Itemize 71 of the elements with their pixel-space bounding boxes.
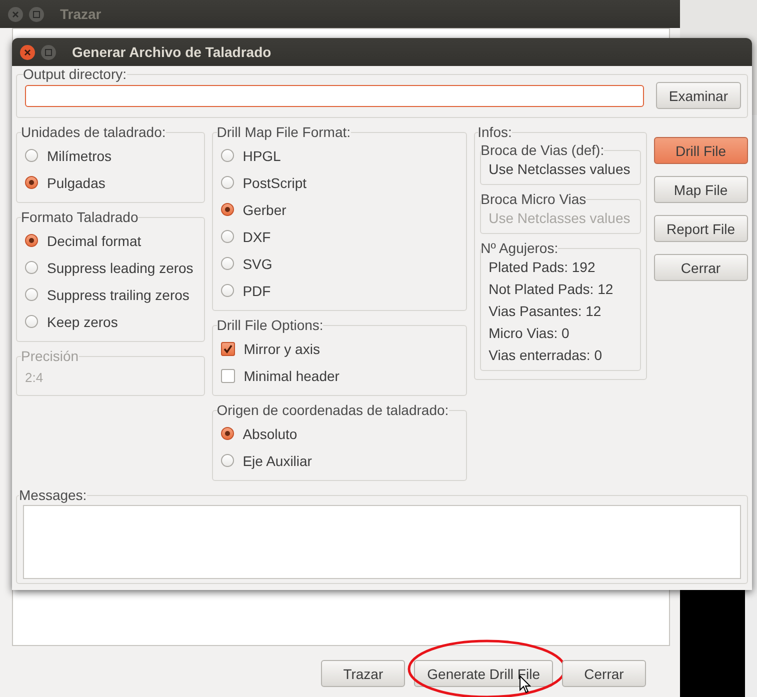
close-icon [24,48,31,56]
option-label: PDF [242,282,271,298]
action-button[interactable]: Cerrar [562,660,646,687]
radio-button[interactable] [220,454,234,467]
group-label: Precisión [21,348,79,364]
option-label: Pulgadas [47,174,106,190]
maximize-button[interactable] [29,6,44,22]
action-button[interactable]: Cerrar [654,254,748,281]
option-label: Keep zeros [47,314,118,330]
close-button[interactable] [8,6,23,22]
info-text: Use Netclasses values [488,160,632,179]
radio-button[interactable] [25,315,38,328]
info-text: Plated Pads: 192 [488,258,596,277]
maximize-icon [33,10,40,18]
window-title: Generar Archivo de Taladrado [72,44,272,60]
option-label: Eje Auxiliar [242,452,312,468]
radio-button[interactable] [25,176,38,189]
group-label: Drill Map File Format: [216,124,351,140]
close-icon [12,10,19,18]
radio-button[interactable] [220,149,234,162]
radio-button[interactable] [220,203,234,216]
group-label: Broca Micro Vias [480,191,586,207]
action-button[interactable]: Generate Drill File [414,660,553,687]
radio-button[interactable] [220,427,234,440]
radio-button[interactable] [220,257,234,270]
maximize-button[interactable] [41,44,56,60]
close-button[interactable] [20,44,35,60]
info-text: Vias Pasantes: 12 [488,302,602,321]
group-label: Infos: [478,124,512,140]
radio-button[interactable] [25,234,38,247]
option-label: Milímetros [47,148,112,164]
group-label: Drill File Options: [216,317,324,333]
precision-value: 2:4 [24,369,44,387]
radio-button[interactable] [220,230,234,243]
group-label: Broca de Vias (def): [480,142,604,158]
checkbox[interactable] [220,342,235,356]
info-text: Not Plated Pads: 12 [488,280,614,299]
action-button[interactable]: Map File [654,176,748,203]
option-label: Gerber [242,202,286,218]
info-text: Vias enterradas: 0 [488,346,603,365]
output-directory-field[interactable] [25,84,644,106]
group-label: Formato Taladrado [21,209,138,225]
radio-button[interactable] [25,261,38,274]
group-label: Origen de coordenadas de taladrado: [216,402,449,418]
option-label: Mirror y axis [244,340,320,356]
radio-button[interactable] [25,149,38,162]
group-label: Output directory: [23,66,126,82]
option-label: PostScript [242,174,307,190]
info-text: Micro Vias: 0 [488,324,570,343]
group-label: Unidades de taladrado: [21,124,166,140]
browse-button[interactable]: Examinar [656,82,741,109]
action-button[interactable]: Trazar [321,660,406,687]
radio-button[interactable] [25,288,38,301]
option-label: HPGL [242,148,281,164]
radio-button[interactable] [220,284,234,297]
radio-button[interactable] [220,176,234,189]
option-label: Suppress trailing zeros [47,286,190,302]
option-label: DXF [242,228,271,244]
checkbox[interactable] [220,368,235,382]
option-label: SVG [242,256,272,272]
maximize-icon [45,48,52,56]
info-text: Use Netclasses values [488,209,632,228]
window-title: Trazar [60,6,102,22]
group-label: Nº Agujeros: [480,240,558,256]
action-button[interactable]: Drill File [654,137,748,164]
action-button[interactable]: Report File [654,215,748,242]
option-label: Suppress leading zeros [47,260,194,276]
group-label: Messages: [19,487,87,503]
option-label: Decimal format [47,232,142,248]
option-label: Minimal header [244,368,340,384]
option-label: Absoluto [242,426,298,442]
